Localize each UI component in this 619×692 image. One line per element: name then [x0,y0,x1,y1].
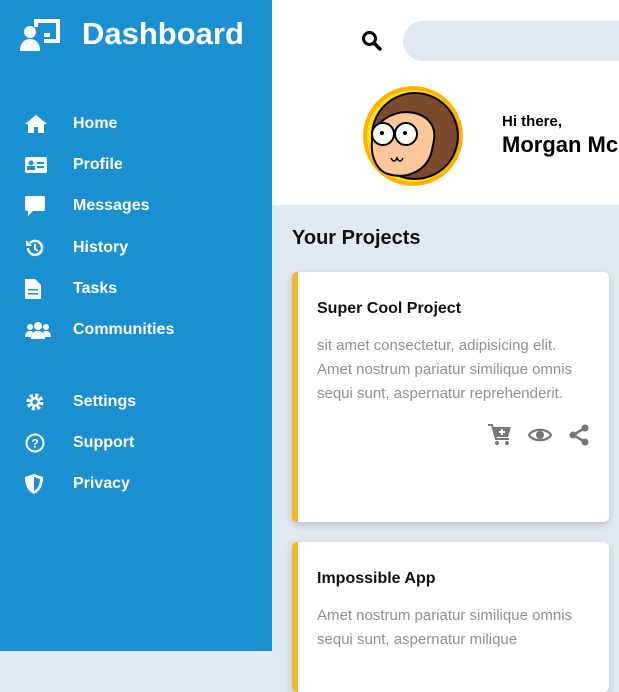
message-icon [25,196,73,217]
sidebar-item-label: Messages [73,197,150,215]
gear-icon [25,392,73,412]
project-description: sit amet consectetur, adipisicing elit. … [317,337,573,402]
id-card-icon [25,156,73,173]
sidebar-item-label: Home [73,114,118,132]
sidebar-item-support[interactable]: ? Support [25,422,136,463]
dashboard-icon [20,19,60,51]
project-card[interactable]: Super Cool Project sit amet consectetur,… [292,272,609,522]
add-to-cart-icon[interactable] [488,424,512,446]
project-card[interactable]: Impossible App Amet nostrum pariatur sim… [292,542,609,692]
sidebar-item-tasks[interactable]: Tasks [25,268,174,309]
search-icon[interactable] [361,30,383,52]
card-actions [317,424,590,446]
eye-icon[interactable] [528,424,552,446]
project-title: Super Cool Project [317,300,462,317]
shield-icon [25,474,73,495]
sidebar-item-label: Tasks [73,279,118,297]
main-nav: Home Profile Messages History Tasks Comm… [25,103,174,351]
file-icon [25,278,73,299]
share-icon[interactable] [568,424,590,446]
sidebar-item-profile[interactable]: Profile [25,144,174,185]
sidebar-item-label: Support [73,433,135,451]
sidebar-item-history[interactable]: History [25,227,174,268]
sidebar-item-label: History [73,238,129,256]
sidebar: Dashboard Home Profile Messages History … [0,0,272,651]
svg-text:?: ? [31,436,38,450]
section-title: Your Projects [292,227,421,249]
sidebar-item-home[interactable]: Home [25,103,174,144]
header: Hi there, Morgan Mc [272,0,619,205]
app-title: Dashboard [82,16,244,51]
question-icon: ? [25,433,73,453]
greeting-text: Hi there, [502,113,563,130]
sidebar-item-settings[interactable]: Settings [25,381,136,422]
history-icon [25,238,73,258]
user-name: Morgan Mc [502,132,619,157]
users-icon [25,321,73,340]
sidebar-item-label: Privacy [73,475,130,493]
sidebar-item-messages[interactable]: Messages [25,186,174,227]
brand[interactable]: Dashboard [20,16,244,52]
secondary-nav: Settings ? Support Privacy [25,381,136,505]
avatar[interactable] [363,86,463,186]
search-input[interactable] [403,21,619,61]
home-icon [25,114,73,134]
project-description: Amet nostrum pariatur similique omnis se… [317,607,573,648]
sidebar-item-label: Settings [73,392,137,410]
sidebar-item-privacy[interactable]: Privacy [25,464,136,505]
sidebar-item-label: Profile [73,155,123,173]
sidebar-item-communities[interactable]: Communities [25,309,174,350]
sidebar-item-label: Communities [73,321,175,339]
greeting: Hi there, Morgan Mc [502,113,619,158]
project-title: Impossible App [317,570,436,587]
